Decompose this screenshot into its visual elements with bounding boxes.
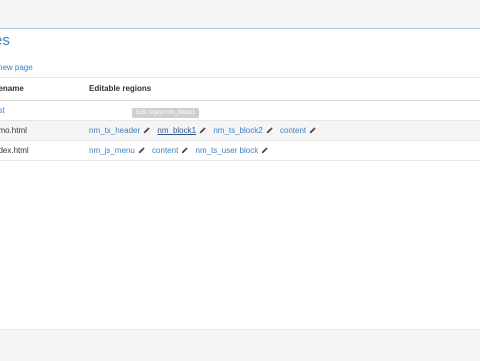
region-item: content — [280, 126, 316, 135]
region-link-content[interactable]: content — [280, 126, 306, 135]
pencil-icon[interactable] — [181, 147, 188, 154]
templates-table: ilename Editable regions est emo.html nm… — [0, 77, 480, 161]
region-link-nm-js-menu[interactable]: nm_js_menu — [89, 146, 135, 155]
region-item: content — [152, 146, 188, 155]
region-list: nm_js_menu content nm_ts_user block — [89, 146, 273, 155]
pencil-icon[interactable] — [309, 127, 316, 134]
table-row: emo.html nm_tx_header nm_block1 nm_ts_bl… — [0, 121, 480, 141]
region-link-nm-ts-user-block[interactable]: nm_ts_user block — [196, 146, 259, 155]
table-row: ndex.html nm_js_menu content nm_ts_user … — [0, 141, 480, 161]
file-name: ndex.html — [0, 146, 29, 155]
file-name-link[interactable]: est — [0, 106, 5, 115]
region-list: nm_tx_header nm_block1 nm_ts_block2 cont… — [89, 126, 321, 135]
region-link-nm-tx-header[interactable]: nm_tx_header — [89, 126, 140, 135]
region-item: nm_js_menu — [89, 146, 145, 155]
region-item: nm_ts_user block — [196, 146, 269, 155]
pencil-icon[interactable] — [143, 127, 150, 134]
table-row: est — [0, 101, 480, 121]
filename-column-header: ilename — [0, 84, 24, 93]
region-item: nm_block1 — [157, 126, 206, 135]
pencil-icon[interactable] — [261, 147, 268, 154]
main-panel: es new page ilename Editable regions est… — [0, 29, 480, 329]
region-item: nm_tx_header — [89, 126, 150, 135]
table-header-row: ilename Editable regions — [0, 77, 480, 101]
pencil-icon[interactable] — [266, 127, 273, 134]
region-item: nm_ts_block2 — [213, 126, 273, 135]
region-link-content[interactable]: content — [152, 146, 178, 155]
file-name: emo.html — [0, 126, 27, 135]
edit-region-tooltip: Edit region nm_block1 — [132, 108, 200, 118]
top-bar — [0, 0, 480, 29]
new-page-link[interactable]: new page — [0, 63, 33, 72]
pencil-icon[interactable] — [138, 147, 145, 154]
pencil-icon[interactable] — [199, 127, 206, 134]
region-link-nm-block1[interactable]: nm_block1 — [157, 126, 196, 135]
region-link-nm-ts-block2[interactable]: nm_ts_block2 — [213, 126, 262, 135]
footer-bar — [0, 329, 480, 361]
page-title: es — [0, 32, 10, 49]
editable-regions-column-header: Editable regions — [89, 84, 152, 93]
